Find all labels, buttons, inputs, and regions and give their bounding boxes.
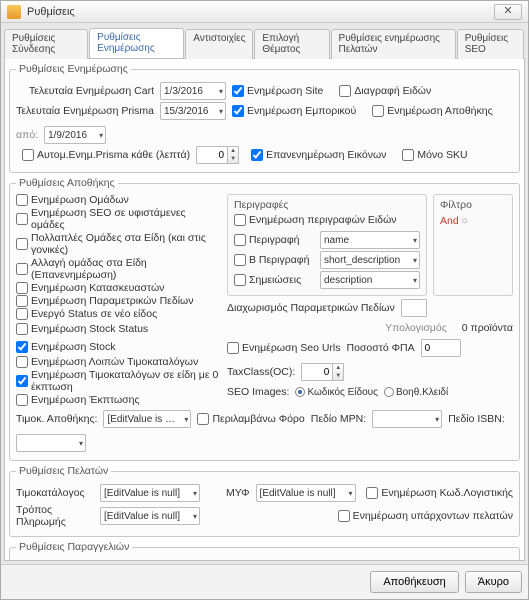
isbn-field[interactable] — [16, 434, 86, 452]
chk-exist[interactable]: Ενημέρωση υπάρχοντων πελατών — [338, 510, 513, 522]
taxclass[interactable]: ▲▼ — [301, 363, 344, 381]
wh-opt[interactable]: Ενεργό Status σε νέο είδος — [16, 308, 221, 320]
auto-interval[interactable]: ▲▼ — [196, 146, 239, 164]
cust-pay[interactable]: [EditValue is null] — [100, 507, 200, 525]
vat-input[interactable] — [421, 339, 461, 357]
customer-settings: Ρυθμίσεις Πελατών Τιμοκατάλογος [EditVal… — [9, 465, 520, 537]
chk-seo[interactable]: Ενημέρωση Seo Urls — [227, 342, 341, 354]
cart-date[interactable]: 1/3/2016 — [160, 82, 226, 100]
wh-opt[interactable]: Ενημέρωση Έκπτωσης — [16, 394, 221, 406]
window-title: Ρυθμίσεις — [27, 6, 494, 18]
ord-input[interactable] — [126, 560, 202, 561]
mpn-field[interactable] — [372, 410, 442, 428]
cancel-button[interactable]: Άκυρο — [465, 571, 522, 593]
update-settings: Ρυθμίσεις Ενημέρωσης Τελευταία Ενημέρωση… — [9, 63, 520, 173]
wh-opt[interactable]: Ενημέρωση Λοιπών Τιμοκαταλόγων — [16, 356, 221, 368]
warehouse-settings: Ρυθμίσεις Αποθήκης Ενημέρωση Ομάδων Ενημ… — [9, 177, 520, 461]
tab-theme[interactable]: Επιλογή Θέματος — [254, 29, 329, 59]
wh-opt[interactable]: Αλλαγή ομάδας στα Είδη (Επανενημέρωση) — [16, 257, 221, 281]
chk-img[interactable]: Επανενημέρωση Εικόνων — [251, 149, 386, 161]
seoimg-opt1[interactable]: Κωδικός Είδους — [295, 387, 378, 398]
app-icon — [7, 5, 21, 19]
wh-opt[interactable]: Ενημέρωση Παραμετρικών Πεδίων — [16, 295, 221, 307]
filter-expr[interactable]: And — [440, 215, 459, 227]
chk-stock[interactable]: Ενημέρωση Αποθήκης — [372, 105, 492, 117]
wh-opt[interactable]: Ενημέρωση Κατασκευαστών — [16, 282, 221, 294]
wh-opt[interactable]: Ενημέρωση Ομάδων — [16, 194, 221, 206]
calc-result: 0 προϊόντα — [462, 322, 513, 334]
chk-site[interactable]: Ενημέρωση Site — [232, 85, 323, 97]
apo-date[interactable]: 1/9/2016 — [44, 126, 106, 144]
tab-customers[interactable]: Ρυθμίσεις ενημέρωσης Πελατών — [331, 29, 456, 59]
chk-delete[interactable]: Διαγραφή Ειδών — [339, 85, 431, 97]
chk-taxinc[interactable]: Περιλαμβάνω Φόρο — [197, 413, 304, 425]
close-icon[interactable]: ✕ — [494, 4, 522, 20]
chk-upd-stock[interactable]: Ενημέρωση Stock — [16, 341, 116, 353]
tab-seo[interactable]: Ρυθμίσεις SEO — [457, 29, 524, 59]
param-sep[interactable] — [401, 299, 427, 317]
order-settings: Ρυθμίσεις Παραγγελιών Order PrefixΔημιου… — [9, 541, 520, 561]
chk-emp[interactable]: Ενημέρωση Εμπορικού — [232, 105, 356, 117]
save-button[interactable]: Αποθήκευση — [370, 571, 458, 593]
seoimg-opt2[interactable]: Βοηθ.Κλειδί — [384, 387, 448, 398]
chk-log[interactable]: Ενημέρωση Κωδ.Λογιστικής — [366, 487, 513, 499]
titlebar: Ρυθμίσεις ✕ — [1, 1, 528, 23]
chk-desc-upd[interactable]: Ενημέρωση περιγραφών Ειδών — [234, 214, 397, 226]
wh-opt[interactable]: Ενημέρωση Τιμοκαταλόγων σε είδη με 0 έκπ… — [16, 369, 221, 393]
tab-mappings[interactable]: Αντιστοιχίες — [185, 29, 253, 59]
tab-update[interactable]: Ρυθμίσεις Ενημέρωσης — [89, 28, 184, 58]
cust-myf[interactable]: [EditValue is null] — [256, 484, 356, 502]
prisma-date[interactable]: 15/3/2016 — [160, 102, 226, 120]
wh-opt[interactable]: Ενημέρωση Stock Status — [16, 323, 148, 335]
cust-pricelist[interactable]: [EditValue is null] — [100, 484, 200, 502]
wh-pricelist[interactable]: [EditValue is … — [103, 410, 191, 428]
tab-connection[interactable]: Ρυθμίσεις Σύνδεσης — [4, 29, 88, 59]
wh-opt[interactable]: Πολλαπλές Ομάδες στα Είδη (και στις γονι… — [16, 232, 221, 256]
wh-opt[interactable]: Ενημέρωση SEO σε υφιστάμενες ομάδες — [16, 207, 221, 231]
chk-sku[interactable]: Μόνο SKU — [402, 149, 467, 161]
chk-auto[interactable]: Αυτομ.Ενημ.Prisma κάθε (λεπτά) — [22, 149, 190, 161]
tab-bar: Ρυθμίσεις Σύνδεσης Ρυθμίσεις Ενημέρωσης … — [4, 28, 525, 59]
